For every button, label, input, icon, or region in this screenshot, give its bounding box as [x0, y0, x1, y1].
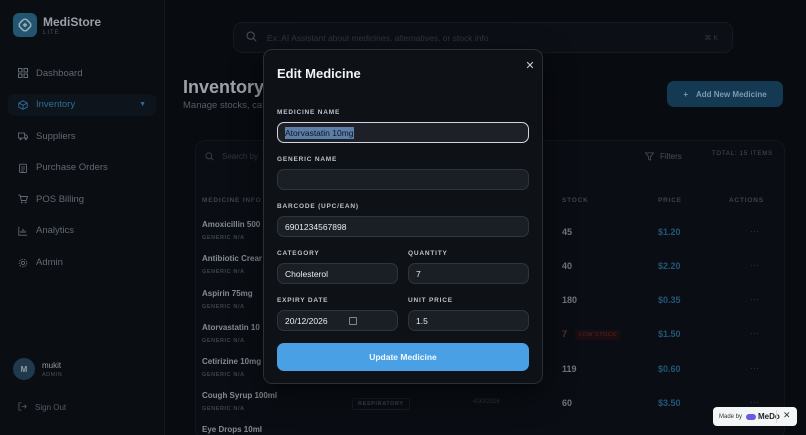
unit-price-field[interactable]: 1.5	[408, 310, 529, 331]
category-label: CATEGORY	[277, 250, 320, 257]
category-field[interactable]: Cholesterol	[277, 263, 398, 284]
medicine-name-label: MEDICINE NAME	[277, 109, 341, 116]
edit-medicine-modal: Edit Medicine ✕ MEDICINE NAME Atorvastat…	[263, 49, 543, 384]
quantity-label: QUANTITY	[408, 250, 448, 257]
update-medicine-button[interactable]: Update Medicine	[277, 343, 529, 371]
calendar-icon[interactable]	[349, 316, 357, 325]
divider	[776, 410, 777, 423]
expiry-date-label: EXPIRY DATE	[277, 297, 329, 304]
generic-name-field[interactable]	[277, 169, 529, 190]
barcode-label: BARCODE (UPC/EAN)	[277, 203, 359, 210]
medo-brand: MeDo	[746, 412, 780, 421]
made-by-label: Made by	[719, 413, 743, 420]
medicine-name-value: Atorvastatin 10mg	[285, 126, 354, 139]
unit-price-label: UNIT PRICE	[408, 297, 453, 304]
expiry-date-value: 20/12/2026	[285, 315, 328, 326]
modal-title: Edit Medicine	[277, 66, 361, 81]
generic-name-label: GENERIC NAME	[277, 156, 338, 163]
medicine-name-field[interactable]: Atorvastatin 10mg	[277, 122, 529, 143]
close-icon[interactable]: ✕	[783, 410, 791, 421]
quantity-field[interactable]: 7	[408, 263, 529, 284]
medo-logo-icon	[746, 413, 757, 420]
made-by-badge[interactable]: Made by MeDo ✕	[713, 407, 797, 426]
close-icon[interactable]: ✕	[523, 58, 537, 72]
expiry-date-field[interactable]: 20/12/2026	[277, 310, 398, 331]
barcode-field[interactable]: 6901234567898	[277, 216, 529, 237]
